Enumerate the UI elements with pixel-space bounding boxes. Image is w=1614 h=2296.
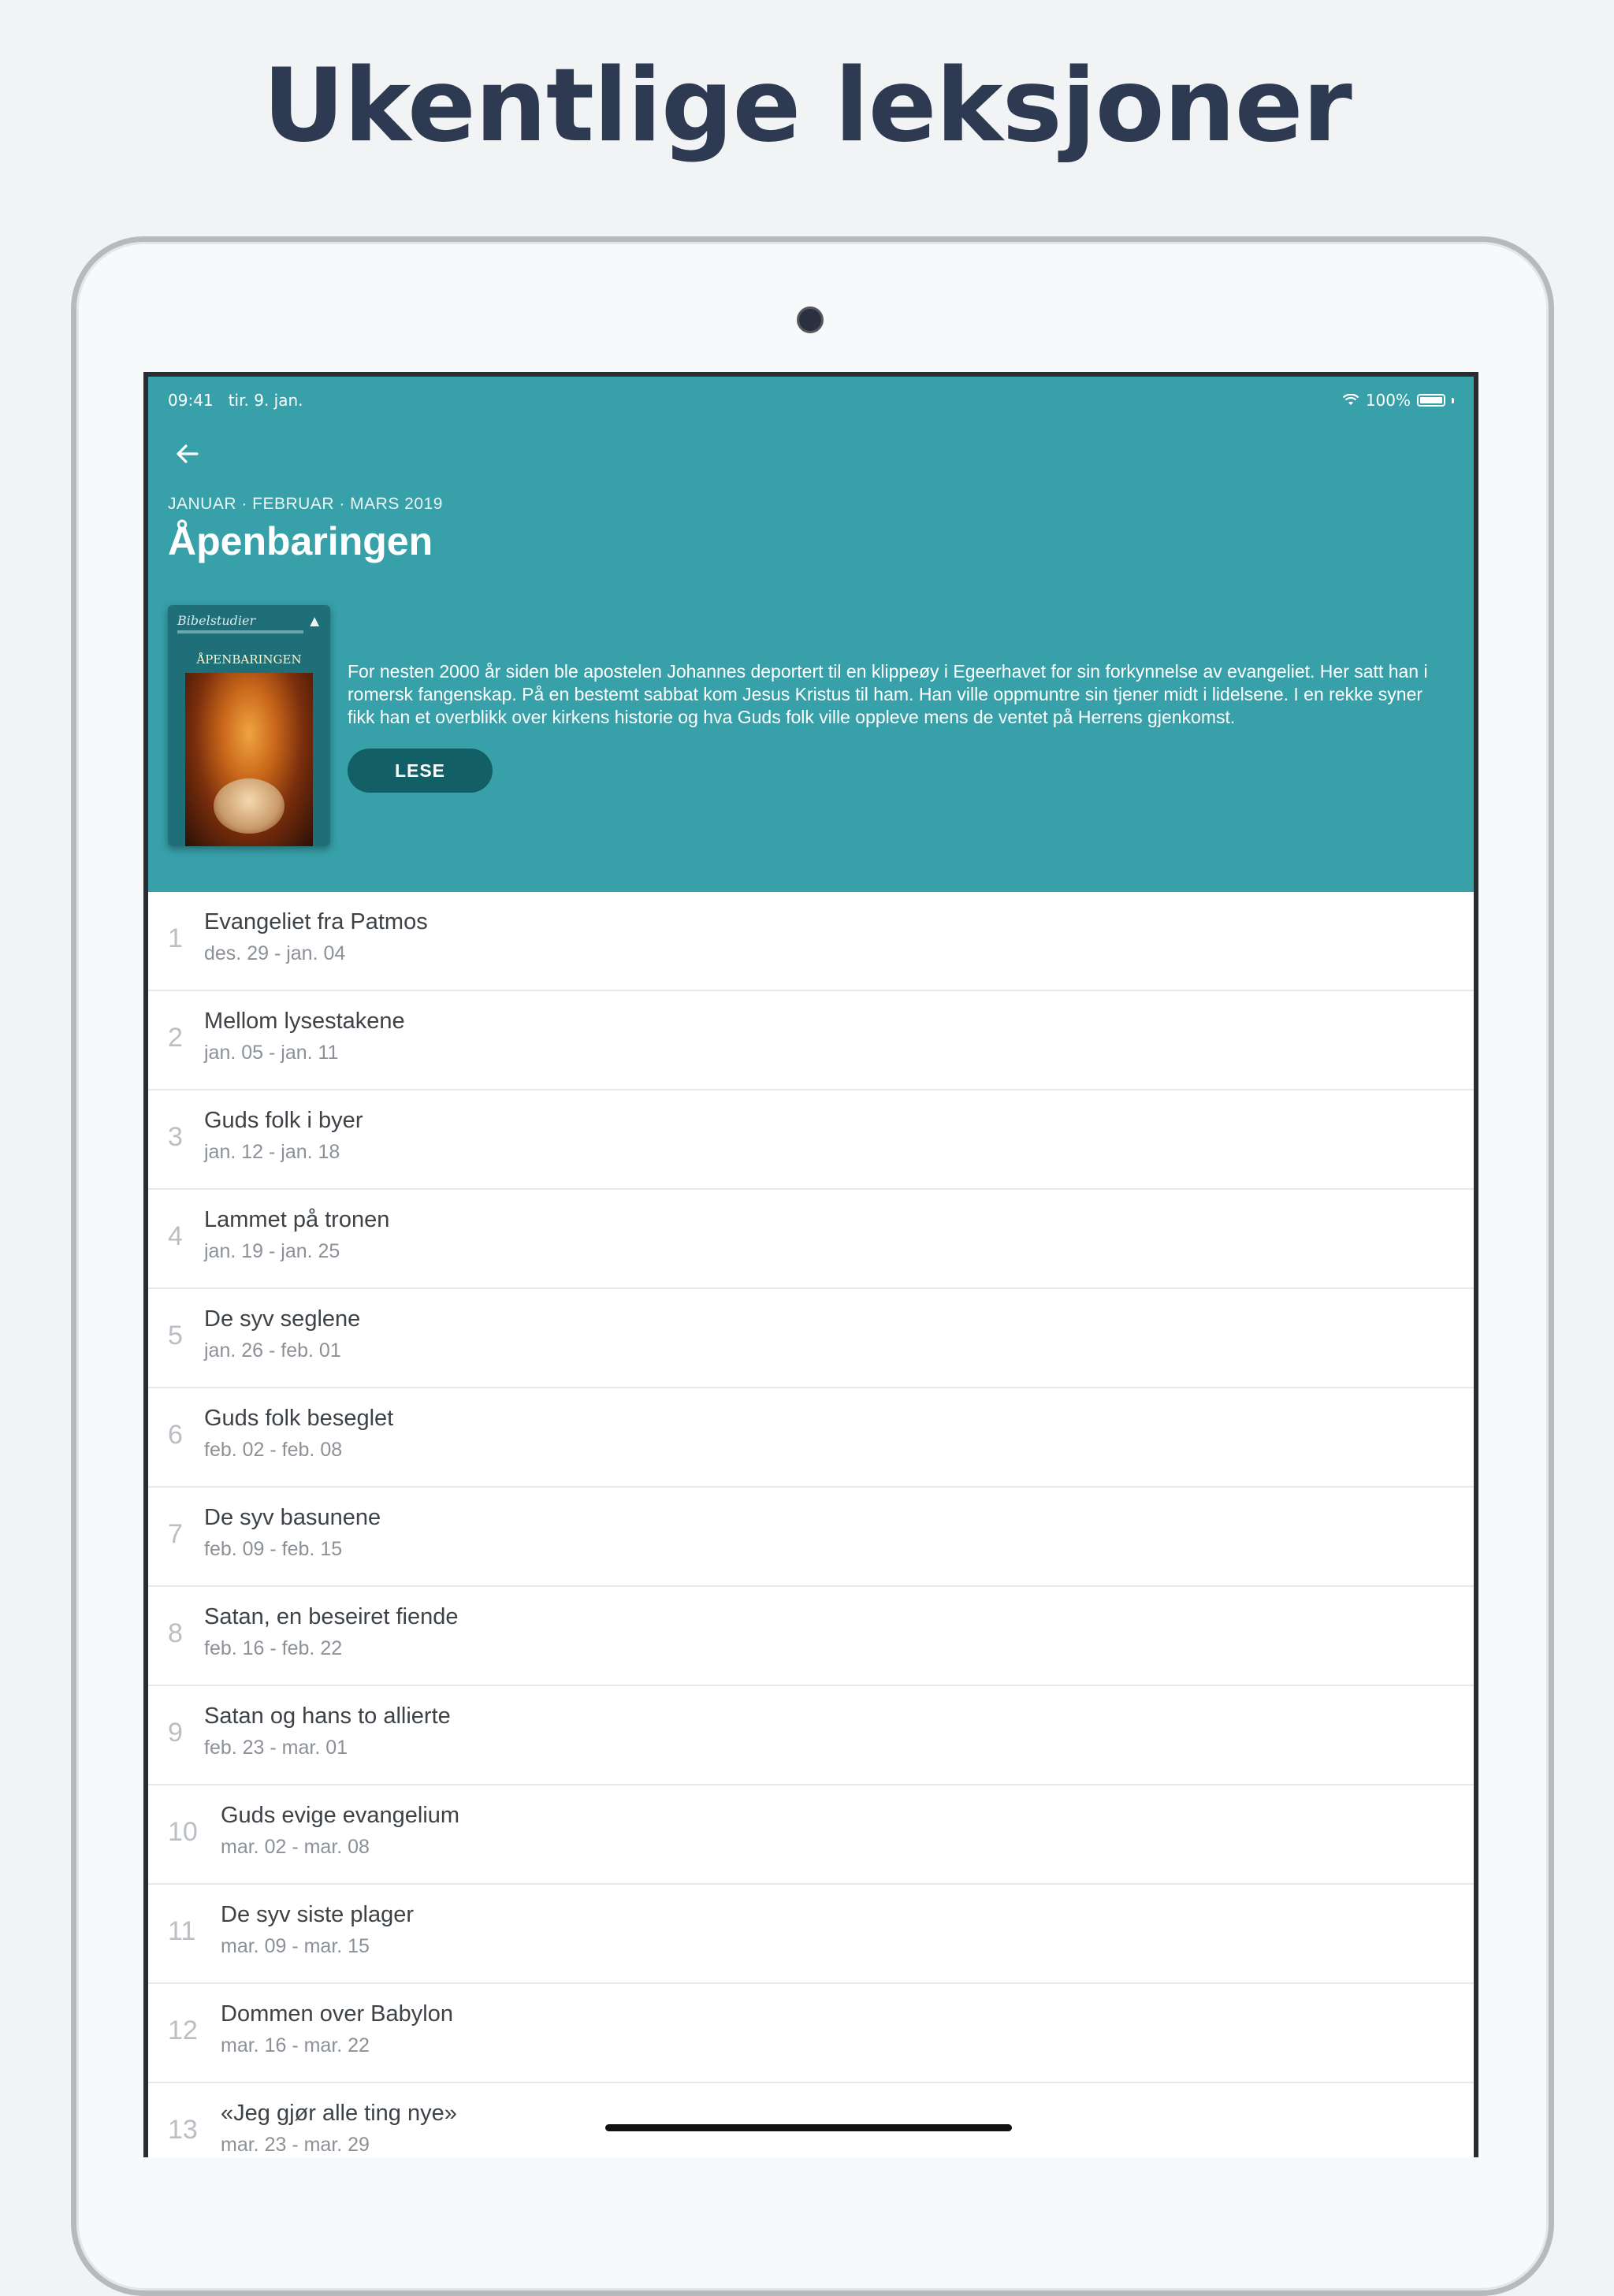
home-indicator[interactable] (605, 2124, 1012, 2131)
arrow-left-icon[interactable] (165, 432, 210, 476)
lesson-title: Guds folk beseglet (204, 1406, 394, 1431)
status-bar: 09:41 tir. 9. jan. 100% (168, 391, 1454, 414)
lesson-title: Satan og hans to allierte (204, 1703, 451, 1729)
lesson-number: 5 (168, 1321, 183, 1350)
lesson-dates: feb. 02 - feb. 08 (204, 1439, 343, 1461)
lesson-dates: mar. 09 - mar. 15 (221, 1935, 370, 1957)
lesson-title: Dommen over Babylon (221, 2001, 453, 2027)
lesson-row[interactable]: 5 De syv seglene jan. 26 - feb. 01 (148, 1289, 1474, 1388)
lesson-row[interactable]: 8 Satan, en beseiret fiende feb. 16 - fe… (148, 1587, 1474, 1686)
lesson-row[interactable]: 3 Guds folk i byer jan. 12 - jan. 18 (148, 1090, 1474, 1190)
read-button[interactable]: LESE (348, 749, 493, 793)
lesson-row[interactable]: 11 De syv siste plager mar. 09 - mar. 15 (148, 1885, 1474, 1984)
lesson-dates: feb. 09 - feb. 15 (204, 1538, 343, 1560)
lesson-row[interactable]: 13 «Jeg gjør alle ting nye» mar. 23 - ma… (148, 2083, 1474, 2157)
lesson-title: De syv siste plager (221, 1902, 414, 1927)
app-screen: 09:41 tir. 9. jan. 100% JANUAR · FEBRUAR… (143, 372, 1478, 2157)
battery-icon (1417, 394, 1445, 407)
lesson-row[interactable]: 4 Lammet på tronen jan. 19 - jan. 25 (148, 1190, 1474, 1289)
lesson-number: 7 (168, 1519, 183, 1549)
lesson-dates: mar. 16 - mar. 22 (221, 2034, 370, 2056)
lesson-dates: jan. 26 - feb. 01 (204, 1339, 341, 1362)
lesson-dates: des. 29 - jan. 04 (204, 942, 346, 964)
lesson-number: 3 (168, 1122, 183, 1152)
quarterly-header: 09:41 tir. 9. jan. 100% JANUAR · FEBRUAR… (148, 377, 1474, 892)
lesson-title: De syv basunene (204, 1505, 381, 1530)
lesson-row[interactable]: 9 Satan og hans to allierte feb. 23 - ma… (148, 1686, 1474, 1785)
lesson-row[interactable]: 2 Mellom lysestakene jan. 05 - jan. 11 (148, 991, 1474, 1090)
status-date: tir. 9. jan. (228, 391, 303, 410)
lesson-dates: jan. 12 - jan. 18 (204, 1141, 340, 1163)
lesson-number: 6 (168, 1420, 183, 1450)
quarterly-description: For nesten 2000 år siden ble apostelen J… (348, 661, 1428, 727)
lesson-number: 9 (168, 1718, 183, 1748)
lesson-title: Lammet på tronen (204, 1207, 390, 1232)
cover-brand: Bibelstudier (177, 613, 256, 628)
lesson-row[interactable]: 6 Guds folk beseglet feb. 02 - feb. 08 (148, 1388, 1474, 1488)
cover-label: ÅPENBARINGEN (196, 652, 302, 667)
lesson-list: 1 Evangeliet fra Patmos des. 29 - jan. 0… (148, 892, 1474, 2157)
lesson-title: «Jeg gjør alle ting nye» (221, 2101, 457, 2126)
lesson-dates: jan. 19 - jan. 25 (204, 1240, 340, 1262)
quarter-period: JANUAR · FEBRUAR · MARS 2019 (168, 495, 443, 513)
lesson-number: 8 (168, 1618, 183, 1648)
lesson-dates: feb. 16 - feb. 22 (204, 1637, 343, 1659)
quarterly-title: Åpenbaringen (168, 519, 433, 563)
lesson-row[interactable]: 1 Evangeliet fra Patmos des. 29 - jan. 0… (148, 892, 1474, 991)
lesson-row[interactable]: 12 Dommen over Babylon mar. 16 - mar. 22 (148, 1984, 1474, 2083)
lesson-dates: mar. 23 - mar. 29 (221, 2134, 370, 2156)
lesson-dates: mar. 02 - mar. 08 (221, 1836, 370, 1858)
lesson-row[interactable]: 7 De syv basunene feb. 09 - feb. 15 (148, 1488, 1474, 1587)
lesson-number: 13 (168, 2115, 198, 2145)
status-time: 09:41 (168, 391, 214, 410)
lesson-title: Guds evige evangelium (221, 1803, 460, 1828)
marketing-headline: Ukentlige leksjoner (262, 47, 1352, 165)
lesson-title: Guds folk i byer (204, 1108, 363, 1133)
church-logo-icon: ▲ (307, 613, 322, 630)
lesson-number: 1 (168, 923, 183, 953)
lesson-number: 2 (168, 1023, 183, 1053)
lesson-number: 4 (168, 1221, 183, 1251)
lesson-title: Satan, en beseiret fiende (204, 1604, 459, 1629)
quarterly-cover[interactable]: Bibelstudier ▲ ÅPENBARINGEN (168, 605, 330, 846)
lesson-title: De syv seglene (204, 1306, 361, 1332)
wifi-icon (1342, 394, 1359, 405)
battery-percent: 100% (1365, 391, 1411, 410)
lesson-title: Mellom lysestakene (204, 1009, 405, 1034)
lesson-number: 12 (168, 2016, 198, 2045)
lesson-row[interactable]: 10 Guds evige evangelium mar. 02 - mar. … (148, 1785, 1474, 1885)
front-camera (797, 307, 824, 333)
cover-lamb-image (214, 778, 284, 834)
lesson-number: 10 (168, 1817, 198, 1847)
lesson-title: Evangeliet fra Patmos (204, 909, 428, 934)
lesson-dates: feb. 23 - mar. 01 (204, 1737, 348, 1759)
lesson-number: 11 (168, 1916, 196, 1946)
lesson-dates: jan. 05 - jan. 11 (204, 1042, 339, 1064)
